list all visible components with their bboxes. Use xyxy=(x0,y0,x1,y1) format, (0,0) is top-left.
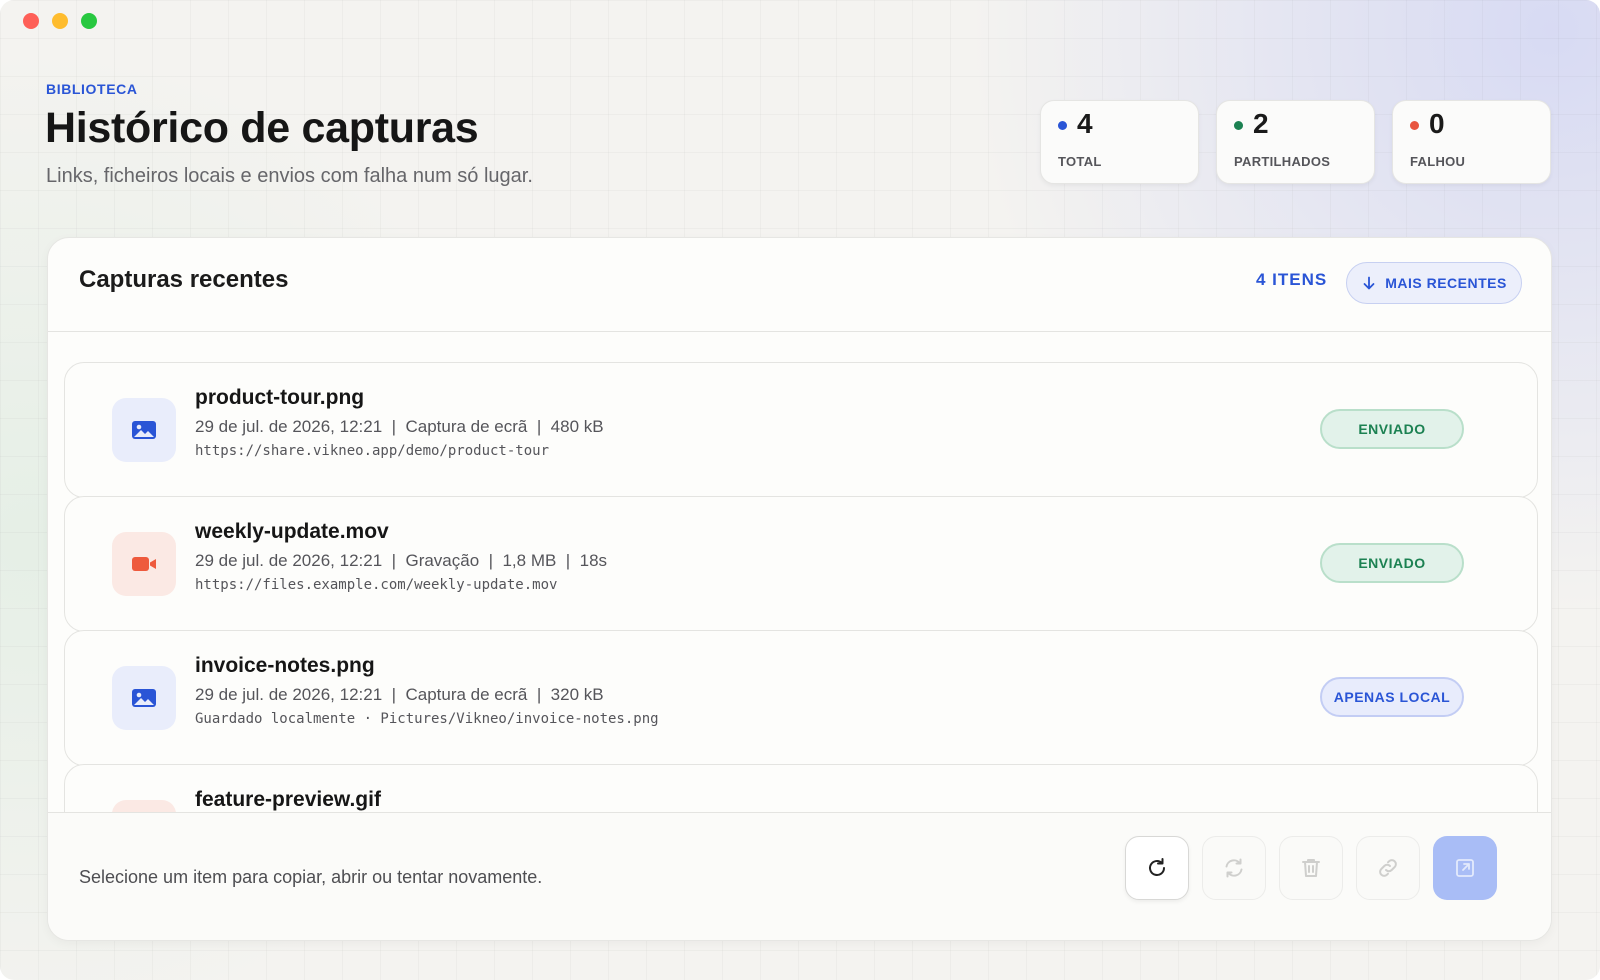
captures-list[interactable]: product-tour.png 29 de jul. de 2026, 12:… xyxy=(64,362,1538,817)
item-meta: 29 de jul. de 2026, 12:21 | Gravação | 1… xyxy=(195,551,608,570)
item-name: product-tour.png xyxy=(195,386,365,409)
selection-hint: Selecione um item para copiar, abrir ou … xyxy=(79,867,543,887)
image-icon xyxy=(132,421,156,439)
refresh-button[interactable] xyxy=(1125,836,1189,900)
list-item[interactable]: product-tour.png 29 de jul. de 2026, 12:… xyxy=(64,362,1538,498)
captures-panel: Capturas recentes 4 ITENS MAIS RECENTES … xyxy=(47,237,1552,941)
status-dot xyxy=(1234,121,1243,130)
item-name: feature-preview.gif xyxy=(195,788,381,811)
item-meta: 29 de jul. de 2026, 12:21 | Captura de e… xyxy=(195,417,604,436)
item-meta: 29 de jul. de 2026, 12:21 | Captura de e… xyxy=(195,685,604,704)
list-item[interactable]: weekly-update.mov 29 de jul. de 2026, 12… xyxy=(64,496,1538,632)
list-item[interactable]: feature-preview.gif xyxy=(64,764,1538,817)
image-icon xyxy=(132,689,156,707)
open-external-icon xyxy=(1456,859,1474,877)
stats-group: 4 TOTAL 2 PARTILHADOS 0 FALHOU xyxy=(1040,100,1551,184)
page-subtitle: Links, ficheiros locais e envios com fal… xyxy=(46,165,533,187)
item-count: 4 ITENS xyxy=(1256,270,1328,289)
refresh-icon xyxy=(1149,858,1165,876)
stat-label: TOTAL xyxy=(1058,154,1102,169)
thumbnail xyxy=(112,666,176,730)
minimize-window-button[interactable] xyxy=(52,13,68,29)
item-name: invoice-notes.png xyxy=(195,654,375,677)
sort-button[interactable]: MAIS RECENTES xyxy=(1346,262,1522,304)
stat-card-failed: 0 FALHOU xyxy=(1392,100,1551,184)
open-button[interactable] xyxy=(1433,836,1497,900)
copy-link-button[interactable] xyxy=(1356,836,1420,900)
arrow-down-icon xyxy=(1363,276,1375,290)
stat-label: FALHOU xyxy=(1410,154,1466,169)
zoom-window-button[interactable] xyxy=(81,13,97,29)
stat-value: 4 xyxy=(1077,108,1093,139)
panel-header: Capturas recentes 4 ITENS MAIS RECENTES xyxy=(48,238,1551,332)
app-window: BIBLIOTECA Histórico de capturas Links, … xyxy=(0,0,1600,980)
stat-value: 0 xyxy=(1429,108,1445,139)
section-eyebrow: BIBLIOTECA xyxy=(46,81,138,97)
item-path: Guardado localmente · Pictures/Vikneo/in… xyxy=(195,711,659,727)
trash-icon xyxy=(1302,859,1320,877)
thumbnail xyxy=(112,532,176,596)
item-path: https://share.vikneo.app/demo/product-to… xyxy=(195,443,550,459)
delete-button[interactable] xyxy=(1279,836,1343,900)
close-window-button[interactable] xyxy=(23,13,39,29)
item-path: https://files.example.com/weekly-update.… xyxy=(195,577,558,593)
video-icon xyxy=(132,557,156,571)
link-icon xyxy=(1379,859,1397,877)
stat-value: 2 xyxy=(1253,108,1269,139)
status-dot xyxy=(1058,121,1067,130)
status-badge: ENVIADO xyxy=(1320,409,1464,449)
panel-footer: Selecione um item para copiar, abrir ou … xyxy=(48,812,1551,940)
stat-label: PARTILHADOS xyxy=(1234,154,1331,169)
item-name: weekly-update.mov xyxy=(195,520,389,543)
window-controls xyxy=(23,13,97,29)
status-dot xyxy=(1410,121,1419,130)
page-title: Histórico de capturas xyxy=(45,104,479,152)
retry-icon xyxy=(1225,858,1243,878)
stat-card-shared: 2 PARTILHADOS xyxy=(1216,100,1375,184)
retry-button[interactable] xyxy=(1202,836,1266,900)
list-item[interactable]: invoice-notes.png 29 de jul. de 2026, 12… xyxy=(64,630,1538,766)
stat-card-total: 4 TOTAL xyxy=(1040,100,1199,184)
sort-label: MAIS RECENTES xyxy=(1385,275,1507,291)
thumbnail xyxy=(112,398,176,462)
status-badge: ENVIADO xyxy=(1320,543,1464,583)
panel-title: Capturas recentes xyxy=(79,266,289,293)
status-badge: APENAS LOCAL xyxy=(1320,677,1464,717)
